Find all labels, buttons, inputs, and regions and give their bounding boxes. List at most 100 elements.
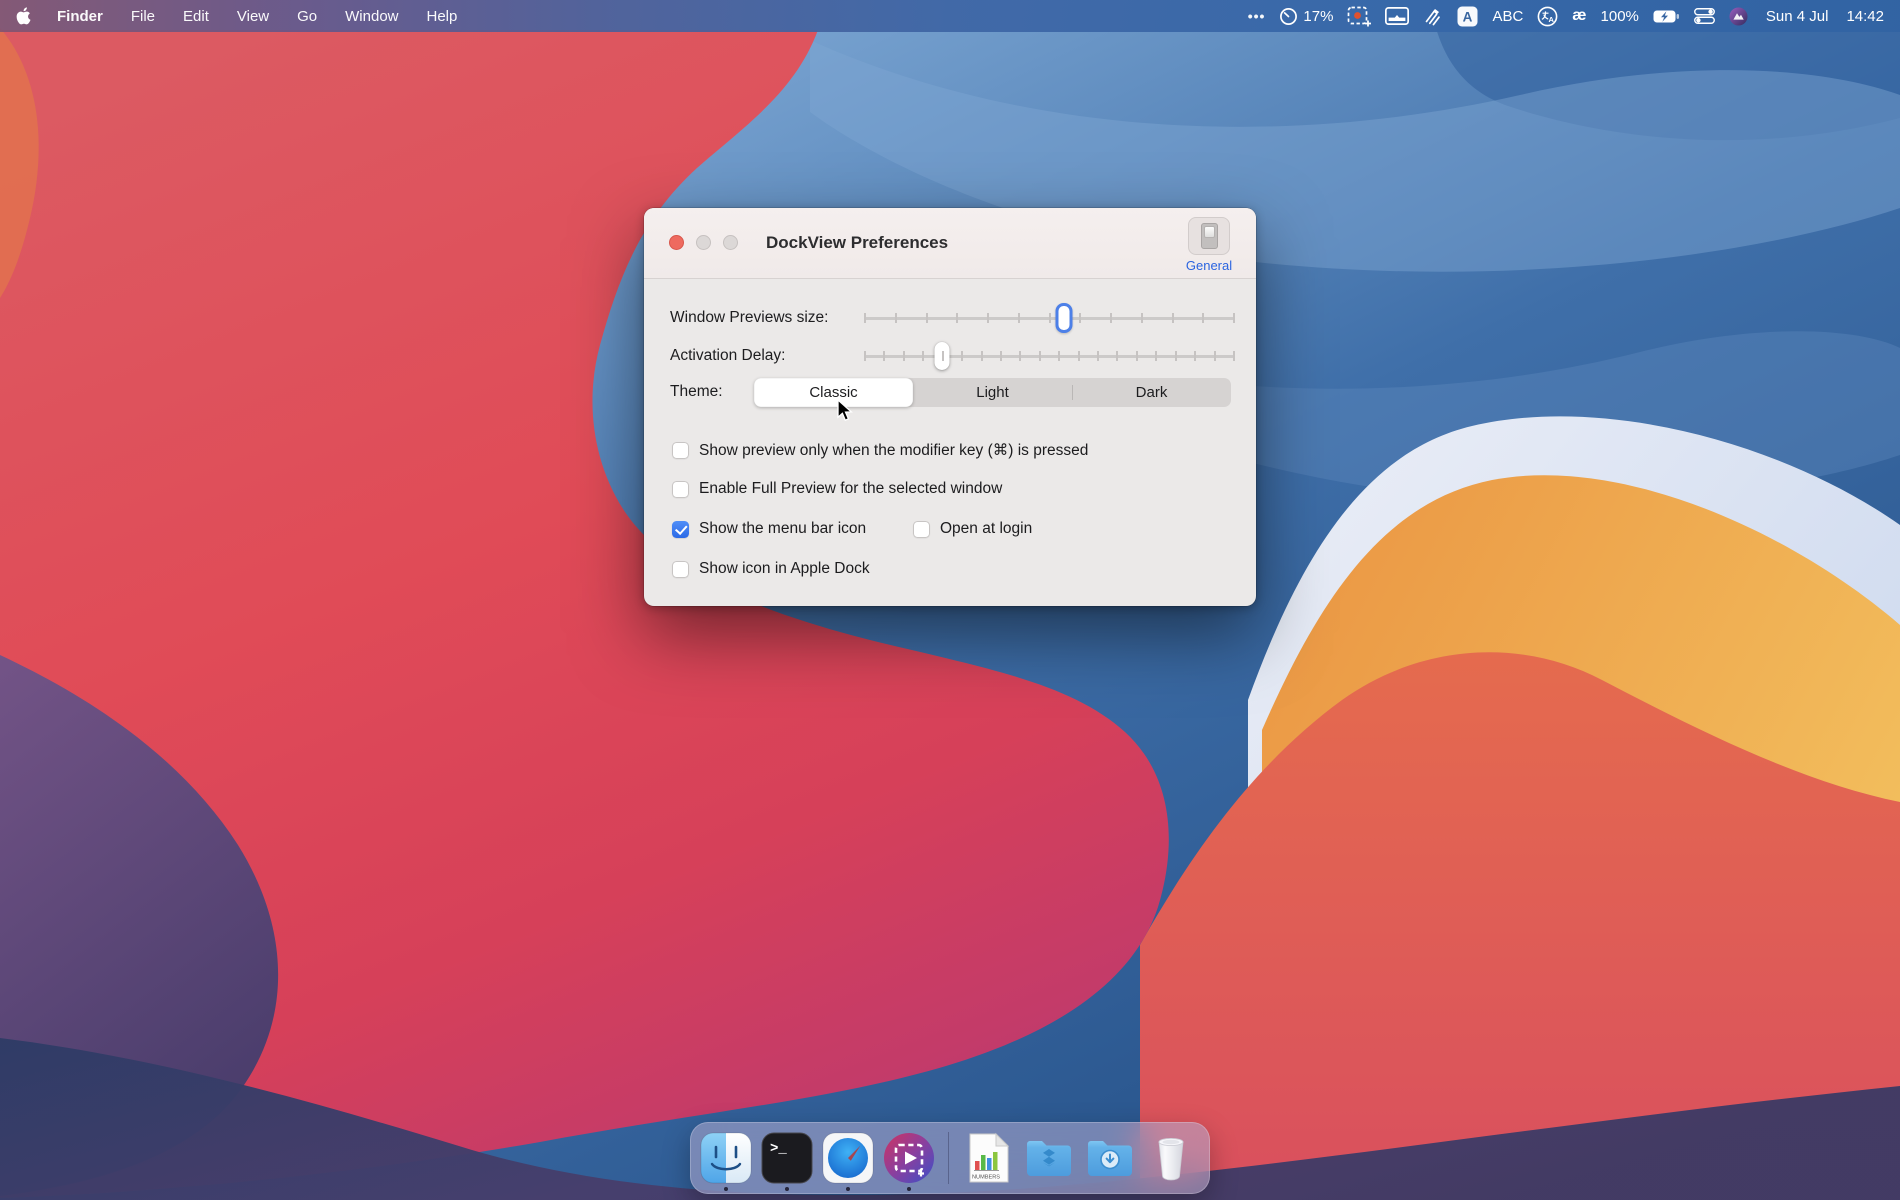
battery-charging-icon[interactable] [1653,10,1680,23]
slider-tick [1058,351,1060,361]
activation-delay-slider[interactable] [865,341,1234,371]
checkbox-label: Enable Full Preview for the selected win… [699,480,1002,498]
display-icon[interactable] [1385,7,1409,25]
full-preview-checkbox[interactable] [672,481,689,498]
menu-help[interactable]: Help [427,8,458,25]
activation-delay-label: Activation Delay: [670,347,785,365]
dock-terminal-icon[interactable]: >_ [761,1132,813,1184]
general-tab-button[interactable] [1188,217,1230,255]
minimize-button[interactable] [696,235,711,250]
slider-tick [956,313,958,323]
dock-finder-icon[interactable] [700,1132,752,1184]
display-percent[interactable]: 100% [1601,8,1639,25]
slider-tick [864,351,866,361]
checkbox-label: Show preview only when the modifier key … [699,441,1088,460]
dock-downloads-folder-icon[interactable] [1084,1132,1136,1184]
menu-bar-time[interactable]: 14:42 [1846,8,1884,25]
purple-app-icon[interactable] [1729,7,1748,26]
checkbox-row-modifier-key: Show preview only when the modifier key … [672,441,1088,460]
theme-option-classic[interactable]: Classic [754,378,913,407]
menu-bar-date[interactable]: Sun 4 Jul [1766,8,1829,25]
modifier-key-checkbox[interactable] [672,442,689,459]
slider-tick [1049,313,1051,323]
checkbox-label: Show icon in Apple Dock [699,560,870,578]
slider-tick [895,313,897,323]
mouse-cursor [837,399,859,423]
switch-icon [1201,223,1218,249]
window-title: DockView Preferences [766,208,948,278]
window-titlebar[interactable]: DockView Preferences General [644,208,1256,279]
menu-go[interactable]: Go [297,8,317,25]
dockview-preferences-window: DockView Preferences General Window Prev… [644,208,1256,606]
checkbox-row-apple-dock-icon: Show icon in Apple Dock [672,560,870,578]
svg-text:>_: >_ [770,1141,787,1157]
clock-icon [1279,7,1298,26]
apple-menu-icon[interactable] [16,7,31,25]
menu-edit[interactable]: Edit [183,8,209,25]
menu-bar-left: Finder File Edit View Go Window Help [16,7,485,25]
menu-bar-status: ••• 17% A ABC A æ 100% Sun 4 Jul 14:42 [1248,6,1884,27]
menu-view[interactable]: View [237,8,269,25]
svg-text:A: A [1549,15,1555,24]
slider-tick [1078,351,1080,361]
slider-tick [922,351,924,361]
translate-icon[interactable]: A [1537,6,1558,27]
slider-tick [1019,351,1021,361]
slider-tick [903,351,905,361]
brush-icon[interactable] [1423,6,1443,26]
slider-track [865,355,1234,358]
zoom-button[interactable] [723,235,738,250]
close-button[interactable] [669,235,684,250]
slider-tick [883,351,885,361]
menu-bar: Finder File Edit View Go Window Help •••… [0,0,1900,32]
dock-dropbox-folder-icon[interactable] [1023,1132,1075,1184]
checkbox-row-full-preview: Enable Full Preview for the selected win… [672,480,1002,498]
previews-size-label: Window Previews size: [670,309,829,327]
slider-tick [1039,351,1041,361]
slider-tick [1116,351,1118,361]
overflow-ellipsis-icon[interactable]: ••• [1248,8,1266,24]
menu-file[interactable]: File [131,8,155,25]
slider-tick [961,351,963,361]
slider-tick [1233,313,1235,323]
dock-dockview-icon[interactable] [883,1132,935,1184]
slider-tick [926,313,928,323]
open-at-login-checkbox[interactable] [913,521,930,538]
apple-dock-icon-checkbox[interactable] [672,561,689,578]
screenshot-icon[interactable] [1347,6,1371,27]
theme-option-light[interactable]: Light [913,378,1072,407]
timer-percent: 17% [1303,8,1333,25]
dock-numbers-document-icon[interactable]: NUMBERS [962,1132,1014,1184]
checkbox-row-open-at-login: Open at login [913,520,1032,538]
tab-general[interactable]: General [1182,217,1236,273]
timer-status-item[interactable]: 17% [1279,7,1333,26]
toggles-icon[interactable] [1694,8,1715,24]
input-a-icon[interactable]: A [1457,6,1478,27]
desktop: Finder File Edit View Go Window Help •••… [0,0,1900,1200]
slider-tick [981,351,983,361]
slider-tick [1141,313,1143,323]
slider-tick [1155,351,1157,361]
general-tab-label: General [1182,258,1236,273]
menu-bar-icon-checkbox[interactable] [672,521,689,538]
dock-trash-icon[interactable] [1145,1132,1197,1184]
slider-tick [1079,313,1081,323]
previews-size-slider-thumb[interactable] [1056,303,1073,333]
slider-tick [942,351,944,361]
slider-tick [1194,351,1196,361]
theme-segmented-control: Classic Light Dark [754,378,1231,407]
slider-tick [1214,351,1216,361]
slider-tick [1000,351,1002,361]
checkbox-label: Open at login [940,520,1032,538]
dock: >_ [690,1122,1210,1194]
menu-finder[interactable]: Finder [57,8,103,25]
checkbox-label: Show the menu bar icon [699,520,866,538]
dock-safari-icon[interactable] [822,1132,874,1184]
previews-size-slider[interactable] [865,303,1234,333]
input-source-label[interactable]: ABC [1492,8,1523,25]
slider-tick [1172,313,1174,323]
ligature-indicator[interactable]: æ [1572,7,1586,25]
menu-window[interactable]: Window [345,8,398,25]
theme-option-dark[interactable]: Dark [1072,378,1231,407]
slider-tick [1110,313,1112,323]
